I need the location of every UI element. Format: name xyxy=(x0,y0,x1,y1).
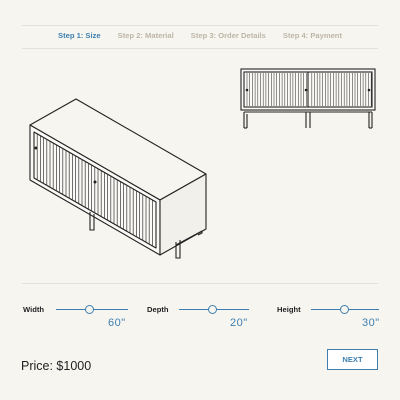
step-size[interactable]: Step 1: Size xyxy=(58,31,101,40)
credenza-isometric-image xyxy=(29,98,207,259)
depth-value: 20" xyxy=(230,317,248,329)
credenza-front-view-image xyxy=(240,68,376,129)
preview-divider xyxy=(22,283,378,284)
steps-divider xyxy=(22,48,378,49)
height-slider[interactable]: Height 30" xyxy=(277,300,381,332)
height-value: 30" xyxy=(362,317,380,329)
width-thumb[interactable] xyxy=(85,305,94,314)
depth-label: Depth xyxy=(147,305,169,314)
step-progress: Step 1: Size Step 2: Material Step 3: Or… xyxy=(0,31,400,40)
height-label: Height xyxy=(277,305,301,314)
step-payment[interactable]: Step 4: Payment xyxy=(283,31,342,40)
top-divider xyxy=(22,25,378,26)
depth-slider[interactable]: Depth 20" xyxy=(147,300,255,332)
depth-thumb[interactable] xyxy=(208,305,217,314)
width-slider[interactable]: Width 60" xyxy=(23,300,131,332)
width-value: 60" xyxy=(108,317,126,329)
width-label: Width xyxy=(23,305,45,314)
price-label: Price: $1000 xyxy=(21,359,92,373)
step-order-details[interactable]: Step 3: Order Details xyxy=(191,31,266,40)
height-thumb[interactable] xyxy=(340,305,349,314)
step-material[interactable]: Step 2: Material xyxy=(118,31,174,40)
next-button[interactable]: NEXT xyxy=(327,349,378,370)
